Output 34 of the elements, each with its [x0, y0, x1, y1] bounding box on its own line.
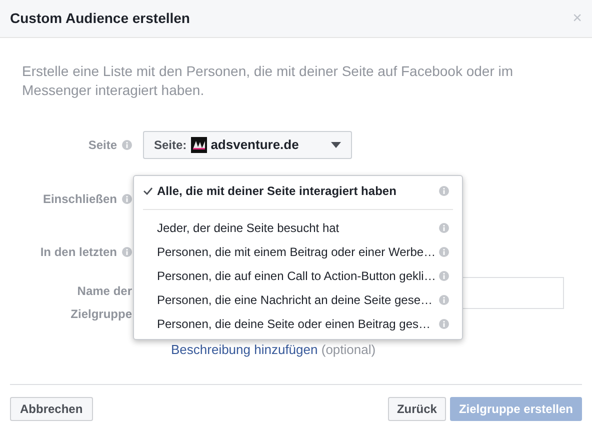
field-label: Seite [88, 137, 117, 154]
add-description-link[interactable]: Beschreibung hinzufügen [171, 342, 318, 357]
optional-text: (optional) [320, 342, 376, 357]
description-text: Erstelle eine Liste mit den Personen, die mit deiner Seite auf Facebook oder im Messenger interagiert haben. [22, 62, 514, 100]
info-icon [439, 271, 449, 281]
page-select[interactable]: Seite: adsventure.de [143, 131, 352, 159]
menu-item-label: Personen, die auf einen Call to Action-Button gekli… [157, 268, 436, 285]
menu-item-label: Personen, die mit einem Beitrag oder einer Werbe… [157, 244, 436, 261]
field-label: In den letzten [40, 244, 117, 261]
menu-item[interactable]: Personen, die deine Seite oder einen Beitrag ges… [134, 312, 462, 336]
cancel-button[interactable]: Abbrechen [10, 397, 93, 421]
menu-item-label: Personen, die eine Nachricht an deine Seite gese… [157, 292, 433, 309]
field-label: Zielgruppe [70, 306, 132, 323]
menu-item[interactable]: Personen, die mit einem Beitrag oder einer Werbe… [134, 240, 462, 264]
info-icon [439, 223, 449, 233]
info-icon [122, 140, 132, 150]
info-icon [439, 319, 449, 329]
check-icon [143, 187, 153, 195]
menu-item[interactable]: Jeder, der deine Seite besucht hat [134, 216, 462, 240]
menu-item-label: Jeder, der deine Seite besucht hat [157, 220, 340, 237]
dialog-title: Custom Audience erstellen [10, 9, 190, 28]
field-label: Name der [77, 283, 132, 300]
menu-item[interactable]: Alle, die mit deiner Seite interagiert haben [134, 179, 462, 203]
field-label: Einschließen [42, 191, 117, 208]
menu-item-label: Alle, die mit deiner Seite interagiert haben [157, 183, 396, 200]
back-button[interactable]: Zurück [388, 397, 446, 421]
info-icon [439, 186, 449, 196]
info-icon [439, 247, 449, 257]
menu-item[interactable]: Personen, die auf einen Call to Action-Button gekli… [134, 264, 462, 288]
menu-item[interactable]: Personen, die eine Nachricht an deine Seite gese… [134, 288, 462, 312]
info-icon [439, 295, 449, 305]
menu-item-label: Personen, die deine Seite oder einen Beitrag ges… [157, 316, 431, 333]
caret-icon [331, 142, 341, 148]
page-logo-icon [190, 137, 207, 153]
